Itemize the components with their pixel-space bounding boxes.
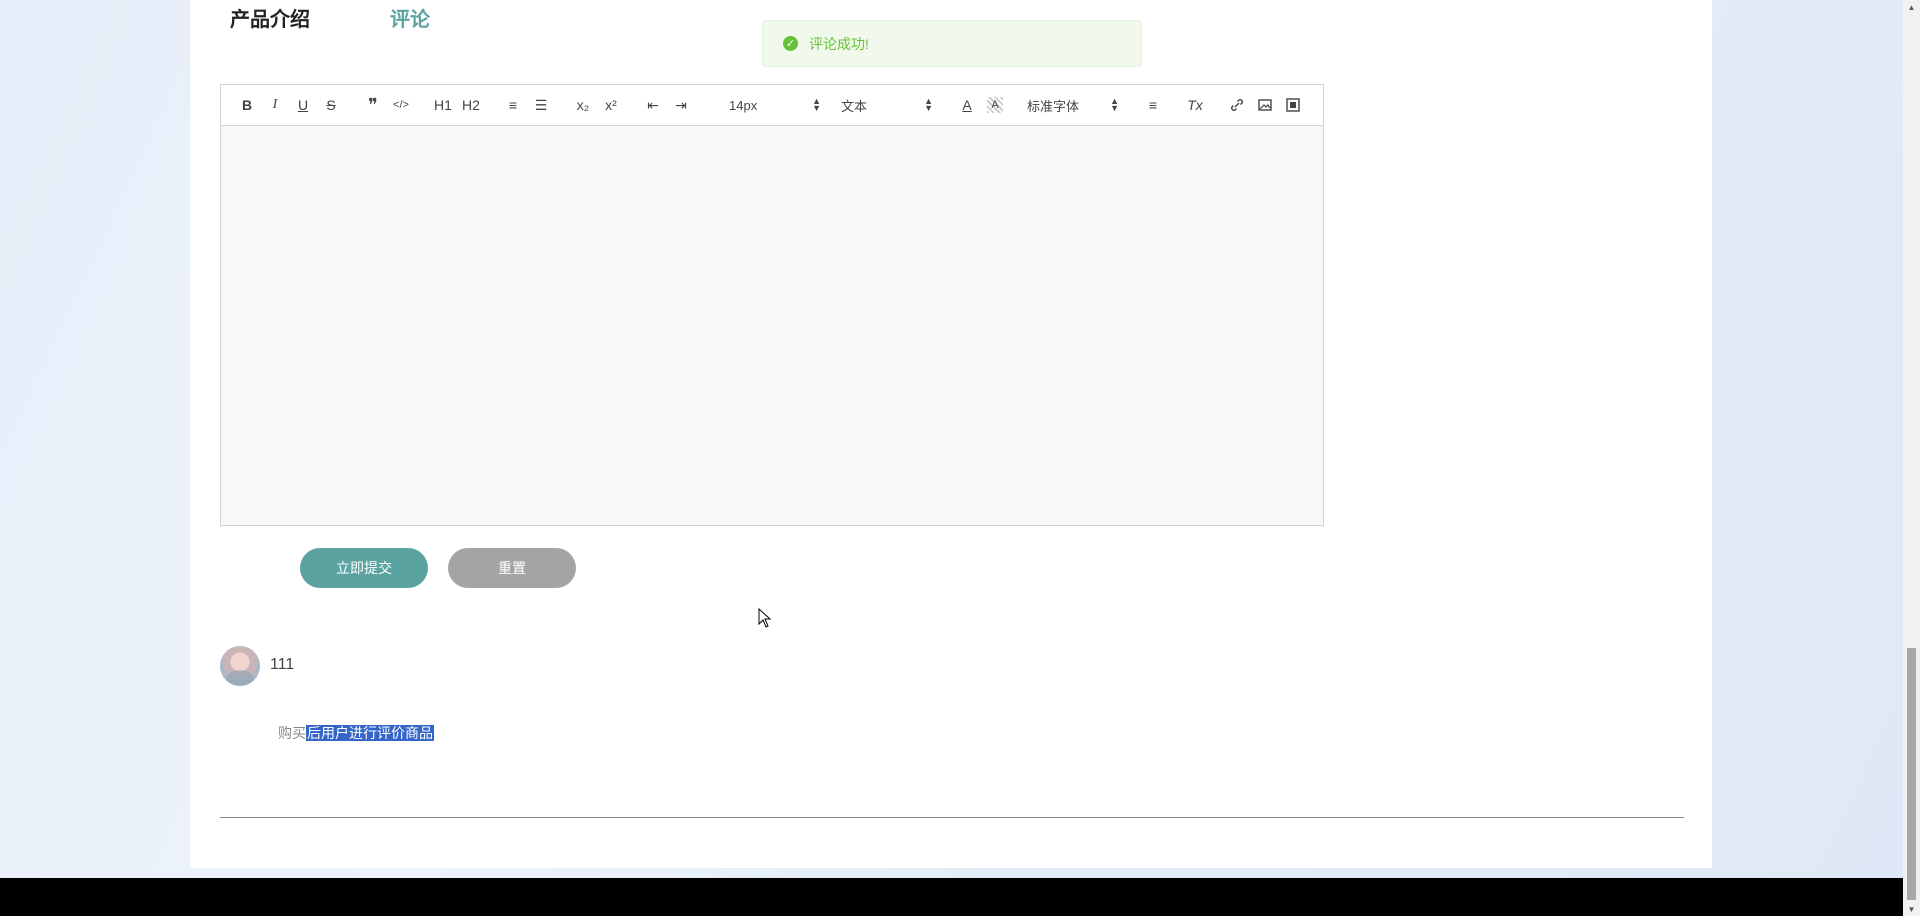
clean-format-button[interactable]: Tx <box>1181 93 1209 117</box>
font-family-select[interactable]: 标准字体 ▲ ▼ <box>1027 96 1119 115</box>
success-toast: ✓ 评论成功! <box>762 20 1142 67</box>
underline-button[interactable]: U <box>289 93 317 117</box>
rich-text-editor: B I U S ❞ </> H1 H2 ≡ ☰ x₂ x² ⇤ ⇥ 14px ▲… <box>220 84 1324 526</box>
header-select[interactable]: 文本 ▲ ▼ <box>841 96 933 115</box>
select-arrows-icon: ▲ ▼ <box>1110 96 1119 113</box>
editor-toolbar: B I U S ❞ </> H1 H2 ≡ ☰ x₂ x² ⇤ ⇥ 14px ▲… <box>221 85 1323 126</box>
editor-content-area[interactable] <box>221 126 1323 525</box>
tab-product-intro[interactable]: 产品介绍 <box>230 3 310 32</box>
comment-text-selected: 后用户进行评价商品 <box>306 725 434 741</box>
toast-message: 评论成功! <box>809 35 869 52</box>
tab-bar: 产品介绍 评论 <box>230 2 430 32</box>
comment-text: 购买后用户进行评价商品 <box>278 718 434 748</box>
blockquote-button[interactable]: ❞ <box>359 93 387 117</box>
reset-button[interactable]: 重置 <box>448 548 576 588</box>
outdent-button[interactable]: ⇤ <box>639 93 667 117</box>
font-color-button[interactable]: A <box>953 93 981 117</box>
select-arrows-icon: ▲ ▼ <box>812 96 821 113</box>
header-select-value: 文本 <box>841 98 868 114</box>
scrollbar-thumb[interactable] <box>1907 648 1916 900</box>
superscript-button[interactable]: x² <box>597 93 625 117</box>
bold-button[interactable]: B <box>233 93 261 117</box>
select-arrows-icon: ▲ ▼ <box>924 96 933 113</box>
indent-button[interactable]: ⇥ <box>667 93 695 117</box>
tab-comments[interactable]: 评论 <box>390 3 430 32</box>
header-2-button[interactable]: H2 <box>457 93 485 117</box>
scroll-down-icon[interactable]: ▼ <box>1903 902 1920 916</box>
subscript-button[interactable]: x₂ <box>569 93 597 117</box>
ordered-list-button[interactable]: ≡ <box>499 93 527 117</box>
image-icon[interactable] <box>1251 93 1279 117</box>
mouse-cursor-icon <box>758 608 772 628</box>
video-icon[interactable] <box>1279 93 1307 117</box>
avatar <box>220 646 260 686</box>
footer-bar <box>0 878 1920 916</box>
align-button[interactable]: ≡ <box>1139 93 1167 117</box>
italic-button[interactable]: I <box>261 93 289 117</box>
success-check-icon: ✓ <box>783 36 798 51</box>
font-size-select[interactable]: 14px ▲ ▼ <box>729 96 821 113</box>
code-block-button[interactable]: </> <box>387 93 415 117</box>
header-1-button[interactable]: H1 <box>429 93 457 117</box>
scrollbar[interactable]: ▲ ▼ <box>1903 0 1920 916</box>
font-family-value: 标准字体 <box>1027 98 1080 114</box>
bullet-list-button[interactable]: ☰ <box>527 93 555 117</box>
background-color-button[interactable]: A <box>987 97 1003 113</box>
submit-button[interactable]: 立即提交 <box>300 548 428 588</box>
comment-text-plain: 购买 <box>278 725 306 741</box>
scroll-up-icon[interactable]: ▲ <box>1903 0 1920 14</box>
link-icon[interactable] <box>1223 93 1251 117</box>
comment-username: 111 <box>270 656 295 673</box>
divider <box>220 817 1684 818</box>
main-panel: 产品介绍 评论 B I U S ❞ </> H1 H2 ≡ ☰ x₂ x² ⇤ … <box>190 0 1712 868</box>
font-size-value: 14px <box>729 97 758 113</box>
strike-button[interactable]: S <box>317 93 345 117</box>
